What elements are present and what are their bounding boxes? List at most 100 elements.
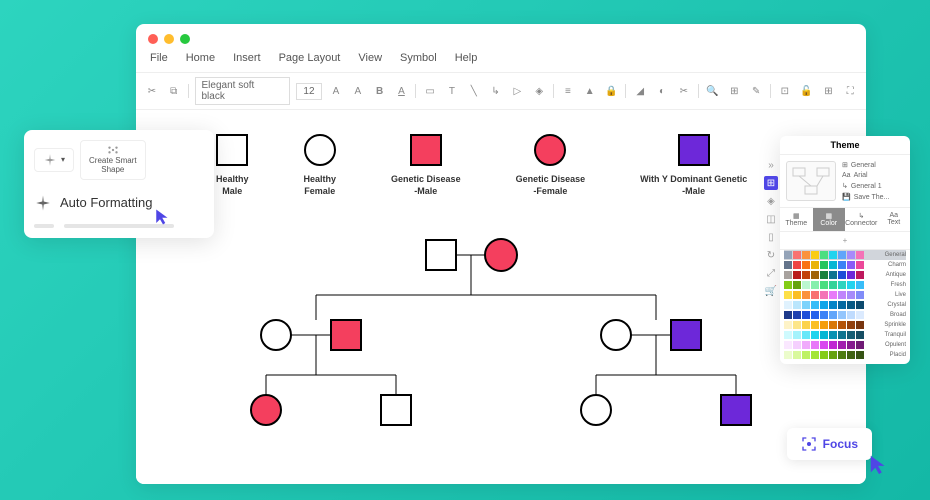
color-swatch[interactable] <box>802 351 810 359</box>
menu-symbol[interactable]: Symbol <box>400 52 437 64</box>
color-swatch[interactable] <box>856 251 864 259</box>
color-swatch[interactable] <box>820 341 828 349</box>
color-swatch[interactable] <box>802 271 810 279</box>
color-swatch[interactable] <box>811 331 819 339</box>
gen3-male-2[interactable] <box>721 395 751 425</box>
color-swatch[interactable] <box>820 271 828 279</box>
color-swatch[interactable] <box>856 331 864 339</box>
color-swatch[interactable] <box>793 261 801 269</box>
color-swatch[interactable] <box>811 341 819 349</box>
color-swatch[interactable] <box>820 291 828 299</box>
expand-side-icon[interactable]: ⤢ <box>764 266 778 280</box>
menu-insert[interactable]: Insert <box>233 52 261 64</box>
palette-row[interactable]: Tranquil <box>784 330 906 340</box>
close-icon[interactable] <box>148 34 158 44</box>
menu-home[interactable]: Home <box>186 52 215 64</box>
color-swatch[interactable] <box>793 301 801 309</box>
color-swatch[interactable] <box>811 301 819 309</box>
rectangle-tool-icon[interactable]: ▭ <box>422 82 438 100</box>
color-swatch[interactable] <box>784 251 792 259</box>
color-swatch[interactable] <box>784 261 792 269</box>
paint-bucket-icon[interactable]: ◢ <box>632 82 648 100</box>
list-general1[interactable]: ↳General 1 <box>842 182 904 190</box>
color-swatch[interactable] <box>811 351 819 359</box>
color-swatch[interactable] <box>847 281 855 289</box>
color-swatch[interactable] <box>856 311 864 319</box>
color-swatch[interactable] <box>802 261 810 269</box>
color-swatch[interactable] <box>784 271 792 279</box>
color-swatch[interactable] <box>847 261 855 269</box>
color-swatch[interactable] <box>802 331 810 339</box>
color-swatch[interactable] <box>793 341 801 349</box>
theme-picker-icon[interactable]: ◐ <box>654 82 670 100</box>
gen1-male[interactable] <box>426 240 456 270</box>
color-swatch[interactable] <box>847 301 855 309</box>
color-swatch[interactable] <box>856 351 864 359</box>
canvas[interactable]: Healthy Male Healthy Female Genetic Dise… <box>136 110 866 484</box>
color-swatch[interactable] <box>793 311 801 319</box>
color-swatch[interactable] <box>829 341 837 349</box>
color-swatch[interactable] <box>811 311 819 319</box>
color-swatch[interactable] <box>793 291 801 299</box>
tab-color[interactable]: ▦Color <box>813 208 846 231</box>
list-arial[interactable]: AaArial <box>842 172 904 179</box>
color-swatch[interactable] <box>793 351 801 359</box>
color-swatch[interactable] <box>847 341 855 349</box>
list-save[interactable]: 💾Save The... <box>842 193 904 201</box>
auto-formatting-button[interactable]: Auto Formatting <box>34 190 204 216</box>
color-swatch[interactable] <box>829 271 837 279</box>
grid-view-icon[interactable]: ⊞ <box>764 176 778 190</box>
color-swatch[interactable] <box>838 351 846 359</box>
color-swatch[interactable] <box>811 251 819 259</box>
font-color-icon[interactable]: A <box>394 82 410 100</box>
palette-row[interactable]: Charm <box>784 260 906 270</box>
color-swatch[interactable] <box>802 301 810 309</box>
tab-theme[interactable]: ▦Theme <box>780 208 813 231</box>
color-swatch[interactable] <box>829 331 837 339</box>
palette-row[interactable]: Live <box>784 290 906 300</box>
pen-icon[interactable]: ✎ <box>748 82 764 100</box>
palette-row[interactable]: Fresh <box>784 280 906 290</box>
color-swatch[interactable] <box>847 331 855 339</box>
color-swatch[interactable] <box>856 291 864 299</box>
gen2-male-1[interactable] <box>331 320 361 350</box>
align-left-icon[interactable]: ≡ <box>560 82 576 100</box>
list-general[interactable]: ⊞General <box>842 161 904 169</box>
color-swatch[interactable] <box>838 251 846 259</box>
cube-icon[interactable]: ◫ <box>764 212 778 226</box>
color-swatch[interactable] <box>838 341 846 349</box>
color-swatch[interactable] <box>838 321 846 329</box>
color-swatch[interactable] <box>820 261 828 269</box>
group-icon[interactable]: ⊡ <box>777 82 793 100</box>
menu-page-layout[interactable]: Page Layout <box>279 52 341 64</box>
fill-icon[interactable]: ▲ <box>582 82 598 100</box>
color-swatch[interactable] <box>784 301 792 309</box>
color-swatch[interactable] <box>838 311 846 319</box>
color-swatch[interactable] <box>820 281 828 289</box>
palette-row[interactable]: Opulent <box>784 340 906 350</box>
bold-icon[interactable]: B <box>372 82 388 100</box>
color-swatch[interactable] <box>811 261 819 269</box>
color-swatch[interactable] <box>820 251 828 259</box>
color-swatch[interactable] <box>829 281 837 289</box>
color-swatch[interactable] <box>802 341 810 349</box>
color-swatch[interactable] <box>847 321 855 329</box>
lock2-icon[interactable]: 🔓 <box>799 82 815 100</box>
more-icon[interactable]: ⊞ <box>821 82 837 100</box>
color-swatch[interactable] <box>856 271 864 279</box>
color-swatch[interactable] <box>847 311 855 319</box>
color-swatch[interactable] <box>838 291 846 299</box>
history-icon[interactable]: ↻ <box>764 248 778 262</box>
crop-icon[interactable]: ✂ <box>676 82 692 100</box>
gen3-female-1[interactable] <box>251 395 281 425</box>
color-swatch[interactable] <box>820 311 828 319</box>
color-swatch[interactable] <box>820 351 828 359</box>
color-swatch[interactable] <box>856 301 864 309</box>
cart-icon[interactable]: 🛒 <box>764 284 778 298</box>
color-swatch[interactable] <box>838 271 846 279</box>
text-tool-icon[interactable]: T <box>444 82 460 100</box>
color-swatch[interactable] <box>820 321 828 329</box>
color-swatch[interactable] <box>829 301 837 309</box>
palette-row[interactable]: Crystal <box>784 300 906 310</box>
layers-icon[interactable]: ◈ <box>531 82 547 100</box>
